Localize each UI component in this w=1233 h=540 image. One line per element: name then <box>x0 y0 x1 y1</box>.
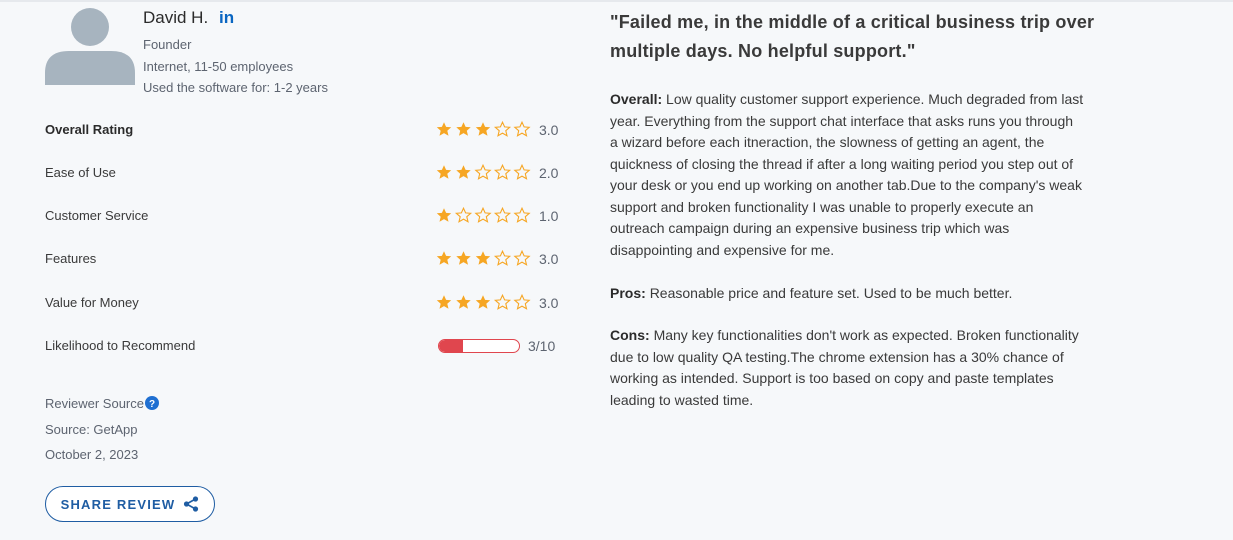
rating-label: Likelihood to Recommend <box>45 338 196 353</box>
star-rating <box>436 120 532 140</box>
review-text-line: a wizard before each itneraction, the sl… <box>610 134 1045 150</box>
rating-row-ease-of-use: Ease of Use 2.0 <box>45 163 560 183</box>
star-empty-icon <box>513 249 531 266</box>
review-text-line: quickness of closing the thread if after… <box>610 155 1074 172</box>
star-filled-icon <box>436 165 452 179</box>
review-cons: Cons: Many key functionalities don't wor… <box>610 325 1130 411</box>
review-text-line: leading to wasted time. <box>610 391 754 408</box>
avatar-icon <box>45 8 135 85</box>
rating-row-customer-service: Customer Service 1.0 <box>45 206 560 226</box>
rating-row-value-for-money: Value for Money 3.0 <box>45 293 560 313</box>
star-empty-icon <box>513 120 531 137</box>
review-text-line: your desk or you end up working on anoth… <box>610 177 1082 193</box>
star-empty-icon <box>513 206 531 223</box>
rating-row-likelihood: Likelihood to Recommend 3/10 <box>45 336 560 356</box>
reviewer-source-label: Reviewer Source <box>45 396 144 411</box>
star-filled-icon <box>475 295 491 309</box>
review-date: October 2, 2023 <box>45 447 139 462</box>
rating-row-features: Features 3.0 <box>45 249 560 269</box>
star-empty-icon <box>474 206 492 223</box>
star-empty-icon <box>493 206 512 223</box>
review-title-line: "Failed me, in the middle of a critical … <box>610 12 1095 32</box>
star-empty-icon <box>513 293 531 310</box>
reviewer-usage: Used the software for: 1-2 years <box>143 80 328 95</box>
star-filled-icon <box>436 208 452 222</box>
star-empty-icon <box>493 120 512 137</box>
star-filled-icon <box>436 251 452 265</box>
review-title: "Failed me, in the middle of a critical … <box>610 8 1130 66</box>
likelihood-value: 3/10 <box>528 338 556 354</box>
rating-value: 3.0 <box>539 295 559 311</box>
star-filled-icon <box>456 251 471 265</box>
star-filled-icon <box>456 122 471 136</box>
likelihood-bar <box>438 339 520 353</box>
rating-value: 2.0 <box>539 165 559 181</box>
rating-label: Value for Money <box>45 295 139 310</box>
cons-label: Cons: <box>610 327 650 343</box>
star-empty-icon <box>493 293 512 310</box>
star-filled-icon <box>436 122 452 136</box>
star-rating <box>436 249 532 269</box>
share-review-button[interactable]: SHARE REVIEW <box>45 486 215 522</box>
star-empty-icon <box>493 163 512 180</box>
help-icon[interactable]: ? <box>145 396 159 410</box>
reviewer-role: Founder <box>143 37 192 52</box>
top-divider <box>0 0 1233 2</box>
star-filled-icon <box>475 251 491 265</box>
review-text-line: due to low quality QA testing.The chrome… <box>610 348 1064 365</box>
review-text-line: Many key functionalities don't work as e… <box>653 327 1079 343</box>
review-text-line: outreach campaign during an expensive bu… <box>610 220 1010 236</box>
star-empty-icon <box>454 206 473 223</box>
linkedin-icon[interactable]: in <box>219 8 234 28</box>
review-text-line: Reasonable price and feature set. Used t… <box>649 285 1013 301</box>
star-empty-icon <box>493 249 512 266</box>
review-text-line: support and broken functionality I was u… <box>610 198 1034 215</box>
star-empty-icon <box>513 163 531 180</box>
star-filled-icon <box>456 295 471 309</box>
review-title-line: multiple days. No helpful support." <box>610 41 916 61</box>
star-rating <box>436 293 532 313</box>
rating-label: Ease of Use <box>45 165 116 180</box>
star-filled-icon <box>475 122 491 136</box>
rating-label: Features <box>45 251 97 266</box>
svg-text:?: ? <box>149 399 155 410</box>
star-rating <box>436 163 532 183</box>
rating-value: 3.0 <box>539 122 559 138</box>
star-filled-icon <box>436 295 452 309</box>
review-text-line: working as intended. Support is too base… <box>610 370 1054 386</box>
review-overall: Overall: Low quality customer support ex… <box>610 89 1130 261</box>
source-text: Source: GetApp <box>45 422 138 437</box>
rating-label: Overall Rating <box>45 122 134 137</box>
review-pros: Pros: Reasonable price and feature set. … <box>610 283 1130 305</box>
star-empty-icon <box>474 163 492 180</box>
reviewer-company: Internet, 11-50 employees <box>143 59 294 74</box>
rating-label: Customer Service <box>45 208 149 223</box>
reviewer-name: David H. <box>143 8 209 27</box>
rating-value: 1.0 <box>539 208 559 224</box>
rating-value: 3.0 <box>539 251 559 267</box>
rating-row-overall: Overall Rating 3.0 <box>45 120 560 140</box>
share-icon <box>184 496 199 512</box>
review-text-line: disappointing and expensive for me. <box>610 241 835 258</box>
review-text-line: Low quality customer support experience.… <box>666 91 1084 107</box>
share-review-label: SHARE REVIEW <box>60 496 176 512</box>
overall-label: Overall: <box>610 91 663 107</box>
star-filled-icon <box>456 165 471 179</box>
star-rating <box>436 206 532 226</box>
likelihood-bar-fill <box>439 340 463 352</box>
pros-label: Pros: <box>610 285 646 301</box>
review-text-line: year. Everything from the support chat i… <box>610 112 1074 129</box>
